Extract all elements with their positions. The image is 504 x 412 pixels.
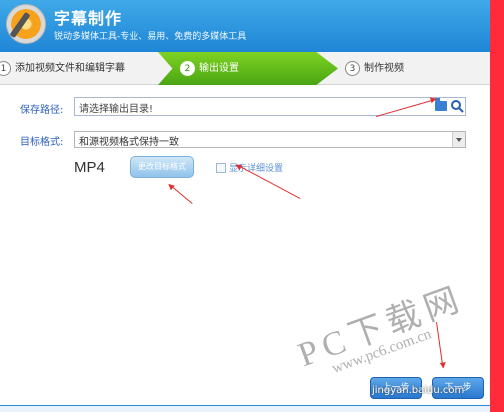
annotation-arrow-icon: [436, 322, 444, 368]
change-format-button[interactable]: 更改目标格式: [130, 156, 194, 178]
annotation-arrow-icon: [169, 183, 193, 204]
save-path-label: 保存路径:: [20, 105, 64, 116]
step-number: 2: [180, 60, 195, 76]
format-value: MP4: [74, 159, 105, 176]
show-details-checkbox[interactable]: [216, 163, 226, 173]
app-title: 字幕制作: [54, 9, 123, 28]
app-subtitle: 锐动多媒体工具-专业、易用、免费的多媒体工具: [54, 32, 247, 42]
step-output-settings[interactable]: 2 输出设置: [158, 52, 338, 85]
right-edge-strip: [490, 0, 504, 412]
app-header: 字幕制作 锐动多媒体工具-专业、易用、免费的多媒体工具: [0, 0, 504, 52]
chevron-down-icon[interactable]: [452, 132, 465, 147]
baidu-watermark: jingyan.baidu.com: [372, 385, 465, 396]
step-make-video[interactable]: 3 制作视频: [345, 52, 485, 85]
target-format-select[interactable]: 和源视频格式保持一致: [74, 131, 466, 148]
step-label: 添加视频文件和编辑字幕: [15, 63, 125, 74]
footer-bar: [0, 405, 490, 412]
folder-icon[interactable]: [435, 98, 447, 111]
step-add-files[interactable]: 1 添加视频文件和编辑字幕: [0, 52, 160, 85]
target-format-label: 目标格式:: [20, 137, 64, 148]
step-bar: 1 添加视频文件和编辑字幕 2 输出设置 3 制作视频: [0, 52, 490, 85]
step-label: 输出设置: [199, 63, 239, 74]
search-icon[interactable]: [450, 99, 464, 113]
app-logo-icon: [6, 4, 46, 44]
step-label: 制作视频: [364, 63, 404, 74]
step-number: 1: [0, 60, 11, 76]
step-number: 3: [345, 60, 360, 76]
